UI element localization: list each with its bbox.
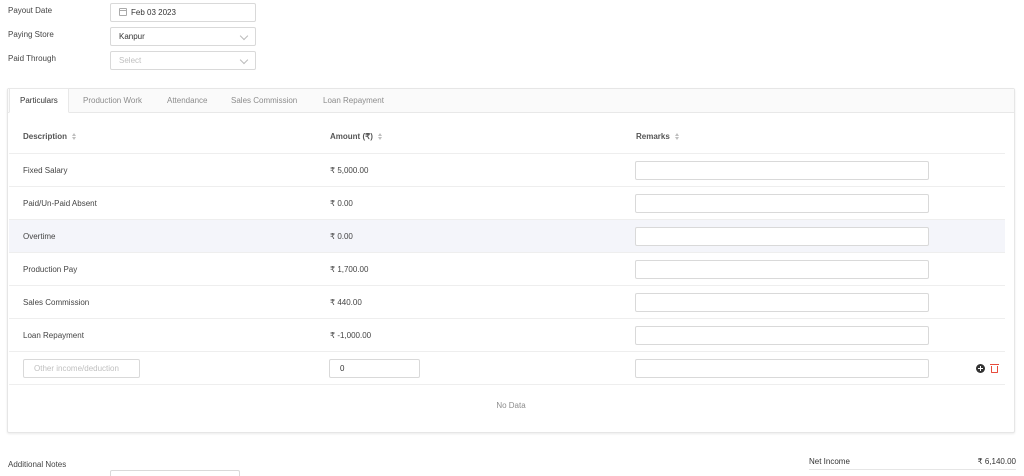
- calendar-icon: [119, 8, 127, 16]
- remarks-input[interactable]: [635, 227, 929, 246]
- table-row: Sales Commission ₹ 440.00: [9, 286, 1005, 319]
- tab-bar: Particulars Production Work Attendance S…: [8, 88, 1014, 113]
- tab-loan-repayment[interactable]: Loan Repayment: [323, 89, 384, 113]
- paid-through-select[interactable]: Select: [110, 51, 256, 70]
- row-amount: ₹ 1,700.00: [330, 265, 369, 274]
- remarks-input[interactable]: [635, 293, 929, 312]
- additional-notes-label: Additional Notes: [8, 460, 67, 469]
- table-row: Production Pay ₹ 1,700.00: [9, 253, 1005, 286]
- paying-store-label: Paying Store: [8, 30, 54, 39]
- row-amount: ₹ 0.00: [330, 232, 353, 241]
- table-row: Fixed Salary ₹ 5,000.00: [9, 154, 1005, 187]
- sort-icon: [674, 133, 680, 140]
- table-row: Loan Repayment ₹ -1,000.00: [9, 319, 1005, 352]
- other-income-input[interactable]: Other income/deduction: [23, 359, 140, 378]
- payout-date-row: Payout Date Feb 03 2023: [0, 3, 300, 23]
- tab-attendance[interactable]: Attendance: [167, 89, 207, 113]
- row-description: Fixed Salary: [23, 166, 68, 175]
- net-income-value: ₹ 6,140.00: [977, 457, 1016, 466]
- tab-sales-commission[interactable]: Sales Commission: [231, 89, 297, 113]
- row-amount: ₹ -1,000.00: [330, 331, 372, 340]
- remarks-input[interactable]: [635, 260, 929, 279]
- remarks-input[interactable]: [635, 359, 929, 378]
- divider: [809, 469, 1016, 470]
- remarks-input[interactable]: [635, 326, 929, 345]
- chevron-down-icon: [239, 55, 249, 65]
- payout-date-value: Feb 03 2023: [131, 8, 176, 17]
- table-header: Description Amount (₹) Remarks: [9, 122, 1005, 154]
- payout-date-picker[interactable]: Feb 03 2023: [110, 3, 256, 22]
- table-row: Overtime ₹ 0.00: [9, 220, 1005, 253]
- paid-through-placeholder: Select: [119, 56, 142, 65]
- paid-through-row: Paid Through Select: [0, 51, 300, 71]
- no-data-text: No Data: [496, 401, 526, 410]
- remarks-input[interactable]: [635, 194, 929, 213]
- row-description: Production Pay: [23, 265, 78, 274]
- chevron-down-icon: [239, 31, 249, 41]
- paying-store-select[interactable]: Kanpur: [110, 27, 256, 46]
- row-amount: ₹ 440.00: [330, 298, 362, 307]
- paid-through-label: Paid Through: [8, 54, 56, 63]
- row-description: Sales Commission: [23, 298, 90, 307]
- amount-input[interactable]: 0: [329, 359, 420, 378]
- row-description: Loan Repayment: [23, 331, 84, 340]
- sort-icon: [377, 133, 383, 140]
- column-header-remarks[interactable]: Remarks: [636, 122, 680, 152]
- paying-store-row: Paying Store Kanpur: [0, 27, 300, 47]
- net-income-label: Net Income: [809, 457, 850, 466]
- row-description: Overtime: [23, 232, 56, 241]
- row-amount: ₹ 0.00: [330, 199, 353, 208]
- paying-store-value: Kanpur: [119, 32, 145, 41]
- add-circle-icon[interactable]: [976, 364, 985, 373]
- remarks-input[interactable]: [635, 161, 929, 180]
- row-description: Paid/Un-Paid Absent: [23, 199, 97, 208]
- tab-particulars[interactable]: Particulars: [9, 88, 69, 113]
- sort-icon: [72, 133, 77, 140]
- payout-date-label: Payout Date: [8, 6, 53, 15]
- column-header-amount[interactable]: Amount (₹): [330, 122, 383, 152]
- additional-notes-input[interactable]: [110, 470, 240, 476]
- tab-production-work[interactable]: Production Work: [83, 89, 142, 113]
- editable-row: Other income/deduction 0: [9, 352, 1005, 385]
- trash-icon[interactable]: [990, 364, 999, 373]
- table-row: Paid/Un-Paid Absent ₹ 0.00: [9, 187, 1005, 220]
- column-header-description[interactable]: Description: [23, 122, 77, 152]
- row-amount: ₹ 5,000.00: [330, 166, 369, 175]
